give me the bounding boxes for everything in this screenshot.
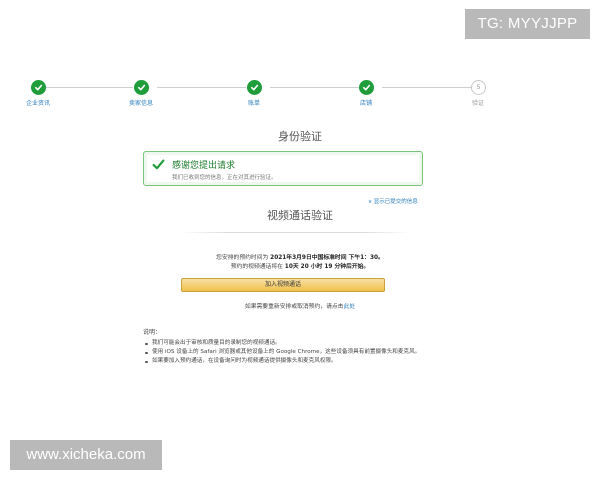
step-1-check-icon <box>31 80 46 95</box>
step-label-1[interactable]: 企业资讯 <box>8 98 68 107</box>
reschedule-text: 如果需要重新安排或取消预约，请点击此处 <box>0 301 600 310</box>
step-5-number: 5 <box>471 80 486 95</box>
step-label-5: 验证 <box>471 100 484 107</box>
step-4-check-icon <box>359 80 374 95</box>
watermark-tg: TG: MYYJJPP <box>465 9 590 39</box>
countdown-prefix: 预约的视频通话将在 <box>230 264 285 270</box>
video-title: 视频通话验证 <box>267 209 333 222</box>
watermark-site: www.xicheka.com <box>10 440 162 470</box>
step-connector <box>270 87 359 88</box>
show-submitted-info-link[interactable]: ∨ 显示已提交的信息 <box>368 197 418 205</box>
identity-title: 身份验证 <box>278 130 322 143</box>
notes-title: 说明： <box>143 329 162 336</box>
notes-list: 我们可能会出于审核和质量目的录制您的视频通话。 使用 iOS 设备上的 Safa… <box>143 339 433 366</box>
list-item: 我们可能会出于审核和质量目的录制您的视频通话。 <box>143 339 433 348</box>
step-connector <box>46 87 133 88</box>
divider <box>180 232 410 233</box>
list-item: 如果要加入预约通话，在设备询问时为视频通话提供摄像头和麦克风权限。 <box>143 357 433 366</box>
step-2-check-icon <box>134 80 149 95</box>
schedule-line-2: 预约的视频通话将在 10天 20 小时 19 分钟后开始。 <box>0 261 600 270</box>
step-label-3[interactable]: 账单 <box>224 98 284 107</box>
step-label-4[interactable]: 店铺 <box>336 98 396 107</box>
countdown-value: 10天 20 小时 19 分钟后开始。 <box>284 264 370 270</box>
join-video-call-button[interactable]: 加入视频通话 <box>181 278 385 292</box>
schedule-line-1: 您安排的预约时间为 2021年3月9日中国标准时间 下午1：30。 <box>0 252 600 261</box>
step-connector <box>382 87 471 88</box>
progress-stepper: 5 企业资讯 卖家信息 账单 店铺 验证 <box>0 78 600 110</box>
step-label-2[interactable]: 卖家信息 <box>111 98 171 107</box>
list-item: 使用 iOS 设备上的 Safari 浏览器或其他设备上的 Google Chr… <box>143 348 433 357</box>
success-alert: 感谢您提出请求 我们已收到您的信息，正在对其进行验证。 <box>143 151 423 186</box>
reschedule-link[interactable]: 此处 <box>343 304 355 310</box>
success-check-icon <box>152 159 165 170</box>
step-connector <box>157 87 246 88</box>
success-subtitle: 我们已收到您的信息，正在对其进行验证。 <box>172 175 277 181</box>
step-3-check-icon <box>247 80 262 95</box>
reschedule-prefix: 如果需要重新安排或取消预约，请点击 <box>244 304 344 310</box>
success-title: 感谢您提出请求 <box>172 161 236 171</box>
